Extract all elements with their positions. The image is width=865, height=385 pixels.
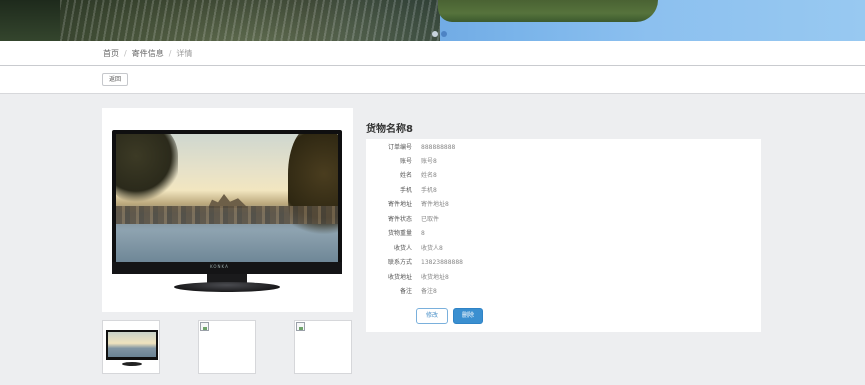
back-button[interactable]: 返回 <box>102 73 128 86</box>
detail-row: 姓名 姓名8 <box>366 170 761 182</box>
detail-value: 收货地址8 <box>421 274 449 281</box>
action-bar: 返回 <box>0 66 865 94</box>
detail-row: 账号 账号8 <box>366 156 761 168</box>
edit-button[interactable]: 修改 <box>416 308 448 324</box>
detail-value: 8 <box>421 230 425 237</box>
thumbnail-3[interactable] <box>294 320 352 374</box>
breadcrumb-bar: 首页 / 寄件信息 / 详情 <box>0 41 865 66</box>
detail-row: 手机 手机8 <box>366 185 761 197</box>
detail-label: 收货地址 <box>387 274 412 281</box>
tv-brand-logo: KONKA <box>210 264 229 269</box>
breadcrumb-separator: / <box>124 49 127 58</box>
tv-frame <box>112 130 342 274</box>
detail-card: 订单编号 888888888 账号 账号8 姓名 姓名8 手机 手机8 寄件地址 寄件地址… <box>366 139 761 332</box>
detail-row: 寄件地址 寄件地址8 <box>366 199 761 211</box>
delete-button[interactable]: 删除 <box>453 308 483 324</box>
product-main-image: KONKA <box>112 130 342 300</box>
broken-image-icon <box>296 322 305 331</box>
thumbnail-1[interactable] <box>102 320 160 374</box>
detail-value: 寄件地址8 <box>421 201 449 208</box>
detail-label: 备注 <box>399 288 412 295</box>
product-title: 货物名称8 <box>366 124 413 135</box>
broken-image-icon <box>200 322 209 331</box>
detail-label: 姓名 <box>399 172 412 179</box>
tv-screen <box>116 134 338 262</box>
detail-row: 备注 备注8 <box>366 286 761 298</box>
tv-stand <box>174 282 280 292</box>
detail-label: 联系方式 <box>387 259 412 266</box>
detail-label: 收货人 <box>393 245 412 252</box>
banner-island <box>438 0 658 22</box>
detail-label: 订单编号 <box>387 144 412 151</box>
detail-row: 收货人 收货人8 <box>366 243 761 255</box>
breadcrumb: 首页 / 寄件信息 / 详情 <box>103 48 192 59</box>
detail-row: 货物重量 8 <box>366 228 761 240</box>
detail-value: 收货人8 <box>421 245 443 252</box>
detail-label: 寄件状态 <box>387 216 412 223</box>
detail-value: 姓名8 <box>421 172 437 179</box>
detail-row: 联系方式 13823888888 <box>366 257 761 269</box>
detail-label: 手机 <box>399 187 412 194</box>
detail-value: 13823888888 <box>421 259 463 266</box>
thumbnail-2[interactable] <box>198 320 256 374</box>
breadcrumb-section[interactable]: 寄件信息 <box>132 48 164 59</box>
detail-value: 已取件 <box>421 216 440 223</box>
detail-label: 寄件地址 <box>387 201 412 208</box>
detail-value: 手机8 <box>421 187 437 194</box>
banner-town <box>60 0 440 41</box>
breadcrumb-current: 详情 <box>176 49 193 58</box>
carousel-dot-1[interactable] <box>432 31 438 37</box>
banner-forest <box>0 0 60 41</box>
product-image-card: KONKA <box>102 108 353 312</box>
detail-row: 寄件状态 已取件 <box>366 214 761 226</box>
detail-value: 888888888 <box>421 144 456 151</box>
detail-row: 收货地址 收货地址8 <box>366 272 761 284</box>
detail-row: 订单编号 888888888 <box>366 142 761 154</box>
thumbnail-image <box>106 330 158 368</box>
detail-label: 账号 <box>399 158 412 165</box>
detail-value: 账号8 <box>421 158 437 165</box>
banner-carousel <box>0 0 865 41</box>
detail-value: 备注8 <box>421 288 437 295</box>
breadcrumb-separator: / <box>168 49 172 58</box>
detail-label: 货物重量 <box>387 230 412 237</box>
carousel-dot-2-active[interactable] <box>441 31 447 37</box>
breadcrumb-home[interactable]: 首页 <box>103 48 119 59</box>
